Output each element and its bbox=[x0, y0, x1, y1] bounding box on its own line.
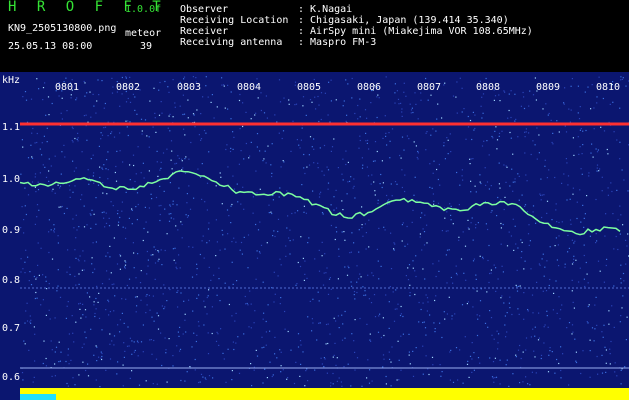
x-tick: 0805 bbox=[297, 82, 322, 93]
bottom-bar-cyan bbox=[20, 394, 56, 400]
x-tick: 0803 bbox=[177, 82, 202, 93]
location-label: Receiving Location bbox=[180, 15, 289, 26]
x-tick: 0804 bbox=[237, 82, 262, 93]
x-tick: 0810 bbox=[596, 82, 621, 93]
y-tick: 1.1 bbox=[2, 122, 21, 133]
x-tick: 0809 bbox=[536, 82, 561, 93]
x-tick: 0806 bbox=[357, 82, 382, 93]
meteor-label: meteor bbox=[125, 28, 162, 39]
version-label: 1.0.0f bbox=[125, 4, 162, 15]
x-tick: 0808 bbox=[476, 82, 501, 93]
spectrogram bbox=[0, 72, 629, 400]
receiver-label: Receiver bbox=[180, 26, 229, 37]
spectrogram-background bbox=[0, 72, 629, 400]
timestamp-label: 25.05.13 08:00 bbox=[8, 41, 93, 52]
y-tick: 0.6 bbox=[2, 372, 21, 383]
receiver-value: : AirSpy mini (Miakejima VOR 108.65MHz) bbox=[298, 26, 533, 37]
y-tick: 1.0 bbox=[2, 174, 21, 185]
y-tick: 0.9 bbox=[2, 225, 21, 236]
y-tick: 0.7 bbox=[2, 323, 21, 334]
y-tick: 0.8 bbox=[2, 275, 21, 286]
location-value: : Chigasaki, Japan (139.414 35.340) bbox=[298, 15, 509, 26]
observer-label: Observer bbox=[180, 4, 229, 15]
antenna-label: Receiving antenna bbox=[180, 37, 283, 48]
antenna-value: : Maspro FM-3 bbox=[298, 37, 377, 48]
unit-label: kHz bbox=[2, 75, 21, 86]
x-tick: 0807 bbox=[417, 82, 442, 93]
filename-label: KN9_2505130800.png bbox=[8, 23, 117, 34]
observer-value: : K.Nagai bbox=[298, 4, 353, 15]
bottom-bar bbox=[20, 388, 629, 400]
header-panel: H R O F F T 1.0.0f KN9_2505130800.png me… bbox=[0, 0, 629, 72]
meteor-count: 39 bbox=[140, 41, 153, 52]
x-tick: 0801 bbox=[55, 82, 80, 93]
x-tick: 0802 bbox=[116, 82, 141, 93]
